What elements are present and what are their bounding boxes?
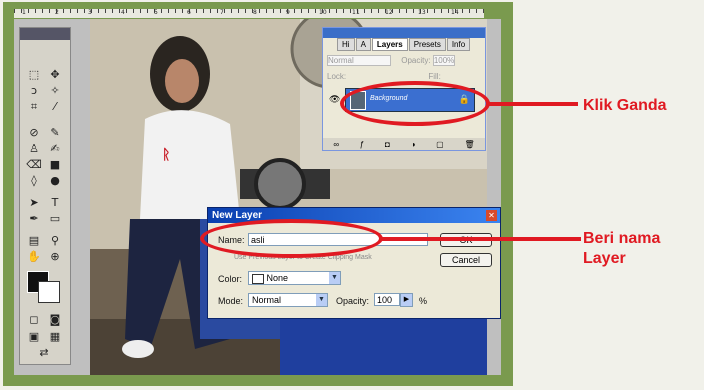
annotation-ellipse-name <box>200 219 383 258</box>
ruler-number: 3 <box>88 9 92 16</box>
blur-tool-icon[interactable]: ◊ <box>24 174 44 187</box>
blend-mode-select[interactable]: Normal <box>327 55 391 66</box>
ruler-number: 10 <box>319 9 327 16</box>
visibility-eye-icon[interactable]: 👁 <box>329 94 340 105</box>
link-icon[interactable]: ∞ <box>333 140 339 149</box>
history-brush-tool-icon[interactable]: ✍ <box>45 142 65 155</box>
layers-palette-tabs: Hi A Layers Presets Info <box>337 38 471 51</box>
percent-sign: % <box>419 296 428 306</box>
mode-label: Mode: <box>218 296 244 306</box>
pen-tool-icon[interactable]: ✒ <box>24 212 44 225</box>
mode-value: Normal <box>252 295 282 305</box>
ruler-number: 4 <box>121 9 125 16</box>
mask-icon[interactable]: ◘ <box>385 140 390 149</box>
fill-label: Fill: <box>428 72 441 81</box>
ruler-number: 5 <box>154 9 158 16</box>
opacity-label: Opacity: <box>336 296 370 306</box>
adjustment-layer-icon[interactable]: ◑ <box>411 140 416 149</box>
clone-stamp-tool-icon[interactable]: ♙ <box>24 142 44 155</box>
new-layer-icon[interactable]: ▢ <box>436 140 444 149</box>
background-color-swatch[interactable] <box>38 281 60 303</box>
marquee-tool-icon[interactable]: ⬚ <box>24 68 44 81</box>
shape-tool-icon[interactable]: ▭ <box>45 212 65 225</box>
callout-double-click: Klik Ganda <box>583 97 667 114</box>
ruler-number: 9 <box>286 9 290 16</box>
ruler-number: 13 <box>418 9 426 16</box>
trash-icon[interactable]: 🗑 <box>464 140 474 149</box>
callout-name-layer-2: Layer <box>583 250 626 267</box>
healing-brush-tool-icon[interactable]: ⊘ <box>24 126 44 139</box>
annotation-line-1 <box>488 102 578 106</box>
annotation-line-2 <box>381 237 581 241</box>
move-tool-icon[interactable]: ✥ <box>45 68 65 81</box>
tab-history[interactable]: Hi <box>337 38 355 51</box>
full-screen-mode-icon[interactable]: ▦ <box>45 330 65 343</box>
opacity-slider-arrow-icon[interactable]: ▶ <box>400 293 413 307</box>
chevron-down-icon: ▼ <box>329 272 340 284</box>
tab-actions[interactable]: A <box>355 38 371 51</box>
type-tool-icon[interactable]: T <box>45 196 65 209</box>
tab-info[interactable]: Info <box>446 38 471 51</box>
layers-palette-titlebar <box>323 28 485 38</box>
layer-style-icon[interactable]: ƒ <box>360 140 364 149</box>
opacity-input[interactable]: 100 <box>374 293 400 306</box>
color-value: None <box>266 273 289 283</box>
path-selection-tool-icon[interactable]: ➤ <box>24 196 44 209</box>
ruler-number: 6 <box>187 9 191 16</box>
chevron-down-icon: ▼ <box>316 294 327 306</box>
color-swatch-icon <box>252 273 264 284</box>
ruler-number: 11 <box>352 9 360 16</box>
jump-to-imageready-icon[interactable]: ⇄ <box>34 346 54 359</box>
svg-text:ᚱ: ᚱ <box>162 146 170 162</box>
cancel-button[interactable]: Cancel <box>440 253 492 267</box>
lock-label: Lock: <box>327 72 347 81</box>
color-label: Color: <box>218 274 243 284</box>
crop-tool-icon[interactable]: ⌗ <box>24 100 44 113</box>
close-icon[interactable]: ✕ <box>486 210 497 221</box>
tab-presets[interactable]: Presets <box>408 38 446 51</box>
quick-mask-mode-icon[interactable]: ◙ <box>45 313 65 326</box>
mode-select[interactable]: Normal ▼ <box>248 293 328 307</box>
lock-row: Lock: Fill: <box>327 72 441 81</box>
ruler-number: 1 <box>22 9 26 16</box>
ruler-number: 8 <box>253 9 257 16</box>
notes-tool-icon[interactable]: ▤ <box>24 234 44 247</box>
callout-name-layer-1: Beri nama <box>583 230 661 247</box>
zoom-tool-icon[interactable]: ⊕ <box>45 250 65 263</box>
dodge-tool-icon[interactable]: ● <box>45 174 65 187</box>
toolbox: ⬚ ✥ ↄ ✧ ⌗ ⁄ ⊘ ✎ ♙ ✍ ⌫ ■ ◊ ● ➤ T ✒ ▭ ▤ ⚲ … <box>19 27 71 365</box>
annotation-ellipse-layer <box>340 81 490 126</box>
ruler-number: 2 <box>55 9 59 16</box>
brush-tool-icon[interactable]: ✎ <box>45 126 65 139</box>
eraser-tool-icon[interactable]: ⌫ <box>24 158 44 171</box>
ruler-number: 14 <box>451 9 459 16</box>
gradient-tool-icon[interactable]: ■ <box>45 158 65 171</box>
layers-palette-footer: ∞ ƒ ◘ ◑ ▢ 🗑 <box>323 138 485 150</box>
color-select[interactable]: None ▼ <box>248 271 341 285</box>
layer-opacity-value[interactable]: 100% <box>432 55 456 66</box>
ruler-number: 12 <box>385 9 393 16</box>
eyedropper-tool-icon[interactable]: ⚲ <box>45 234 65 247</box>
ruler-number: 7 <box>220 9 224 16</box>
lasso-tool-icon[interactable]: ↄ <box>24 84 44 97</box>
magic-wand-tool-icon[interactable]: ✧ <box>45 84 65 97</box>
standard-mode-icon[interactable]: ◻ <box>24 313 44 326</box>
hand-tool-icon[interactable]: ✋ <box>24 250 44 263</box>
toolbox-header <box>20 28 70 40</box>
screen-mode-icon[interactable]: ▣ <box>24 330 44 343</box>
horizontal-ruler: 1 2 3 4 5 6 7 8 9 10 11 12 13 14 <box>14 9 484 18</box>
slice-tool-icon[interactable]: ⁄ <box>45 100 65 113</box>
blend-opacity-row: Normal Opacity: 100% <box>327 55 456 66</box>
tab-layers[interactable]: Layers <box>371 38 408 51</box>
layer-opacity-label: Opacity: <box>401 56 431 65</box>
